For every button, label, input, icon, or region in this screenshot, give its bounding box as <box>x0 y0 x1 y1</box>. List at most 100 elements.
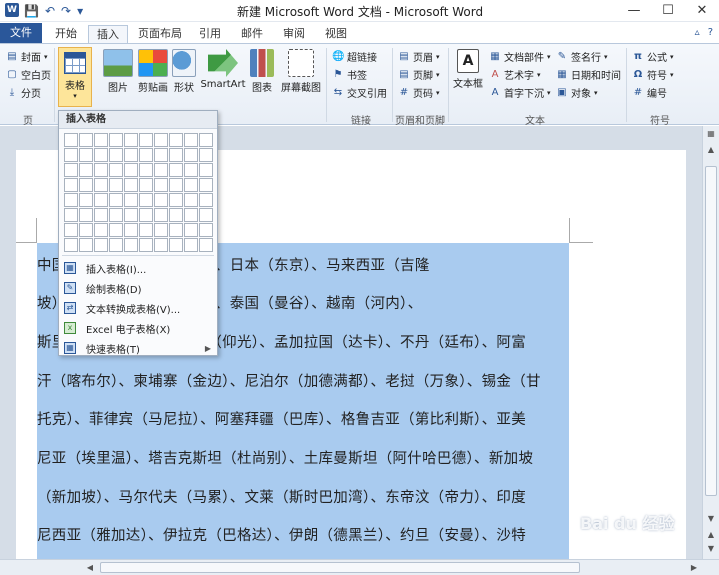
table-grid-cell[interactable] <box>79 208 93 222</box>
insert-table-item[interactable]: ▦ 插入表格(I)... <box>59 258 217 278</box>
table-grid-cell[interactable] <box>199 178 213 192</box>
table-grid-cell[interactable] <box>199 238 213 252</box>
table-grid-cell[interactable] <box>94 178 108 192</box>
cover-page-button[interactable]: ▤ 封面 ▾ <box>6 48 47 65</box>
table-grid-cell[interactable] <box>154 148 168 162</box>
textbox-button[interactable]: A 文本框 <box>451 49 485 90</box>
table-grid-cell[interactable] <box>199 223 213 237</box>
table-grid-cell[interactable] <box>109 163 123 177</box>
document-line[interactable]: 尼亚（埃里温）、塔吉克斯坦（杜尚别）、土库曼斯坦（阿什哈巴德）、新加坡 <box>37 447 533 468</box>
page-break-button[interactable]: ⤓ 分页 <box>6 84 41 101</box>
table-grid-cell[interactable] <box>199 133 213 147</box>
tab-view[interactable]: 视图 <box>318 25 354 44</box>
tab-insert[interactable]: 插入 <box>88 25 128 44</box>
header-button[interactable]: ▤ 页眉 ▾ <box>398 48 439 65</box>
table-grid-cell[interactable] <box>109 223 123 237</box>
tab-page-layout[interactable]: 页面布局 <box>134 25 186 44</box>
table-grid-cell[interactable] <box>154 208 168 222</box>
table-grid-cell[interactable] <box>154 223 168 237</box>
table-grid-cell[interactable] <box>124 208 138 222</box>
table-button[interactable]: 表格 ▾ <box>58 47 92 107</box>
document-line[interactable]: 托克）、菲律宾（马尼拉）、阿塞拜疆（巴库）、格鲁吉亚（第比利斯）、亚美 <box>37 408 526 429</box>
save-icon[interactable]: 💾 <box>24 3 39 19</box>
table-grid-cell[interactable] <box>64 178 78 192</box>
table-grid-cell[interactable] <box>79 148 93 162</box>
document-line[interactable]: 尼西亚（雅加达）、伊拉克（巴格达）、伊朗（德黑兰）、约旦（安曼）、沙特 <box>37 524 526 545</box>
maximize-button[interactable]: ☐ <box>651 0 685 22</box>
table-grid-cell[interactable] <box>169 223 183 237</box>
table-grid-cell[interactable] <box>184 223 198 237</box>
screenshot-button[interactable]: 屏幕截图 <box>279 49 323 94</box>
table-grid-cell[interactable] <box>139 193 153 207</box>
table-size-grid[interactable] <box>64 133 213 252</box>
table-grid-cell[interactable] <box>199 208 213 222</box>
ruler-toggle-icon[interactable]: ▦ <box>703 126 719 142</box>
object-button[interactable]: ▣ 对象 ▾ <box>556 84 597 101</box>
convert-text-to-table-item[interactable]: ⇄ 文本转换成表格(V)... <box>59 298 217 318</box>
table-grid-cell[interactable] <box>94 163 108 177</box>
document-line[interactable]: （新加坡）、马尔代夫（马累）、文莱（斯时巴加湾）、东帝汶（帝力）、印度 <box>37 486 526 507</box>
table-grid-cell[interactable] <box>169 208 183 222</box>
table-grid-cell[interactable] <box>184 193 198 207</box>
table-grid-cell[interactable] <box>169 193 183 207</box>
table-grid-cell[interactable] <box>124 148 138 162</box>
tab-home[interactable]: 开始 <box>48 25 84 44</box>
table-grid-cell[interactable] <box>109 208 123 222</box>
signature-line-button[interactable]: ✎ 签名行 ▾ <box>556 48 608 65</box>
table-grid-cell[interactable] <box>94 133 108 147</box>
quickparts-button[interactable]: ▦ 文档部件 ▾ <box>489 48 550 65</box>
wordart-button[interactable]: A 艺术字 ▾ <box>489 66 541 83</box>
table-grid-cell[interactable] <box>94 148 108 162</box>
clipart-button[interactable]: 剪贴画 <box>136 49 170 94</box>
table-grid-cell[interactable] <box>184 208 198 222</box>
table-grid-cell[interactable] <box>184 133 198 147</box>
table-grid-cell[interactable] <box>154 163 168 177</box>
table-grid-cell[interactable] <box>124 178 138 192</box>
table-grid-cell[interactable] <box>64 208 78 222</box>
table-grid-cell[interactable] <box>184 238 198 252</box>
undo-icon[interactable]: ↶ <box>45 3 55 19</box>
picture-button[interactable]: 图片 <box>102 49 134 94</box>
table-grid-cell[interactable] <box>124 223 138 237</box>
minimize-button[interactable]: — <box>617 0 651 22</box>
horizontal-scrollbar[interactable]: ◀ ▶ <box>0 559 719 575</box>
table-grid-cell[interactable] <box>139 223 153 237</box>
table-grid-cell[interactable] <box>64 193 78 207</box>
equation-button[interactable]: π 公式 ▾ <box>632 48 673 65</box>
tab-review[interactable]: 审阅 <box>276 25 312 44</box>
number-button[interactable]: # 编号 <box>632 84 667 101</box>
draw-table-item[interactable]: ✎ 绘制表格(D) <box>59 278 217 298</box>
footer-button[interactable]: ▤ 页脚 ▾ <box>398 66 439 83</box>
table-grid-cell[interactable] <box>139 133 153 147</box>
table-grid-cell[interactable] <box>94 193 108 207</box>
dropcap-button[interactable]: A 首字下沉 ▾ <box>489 84 551 101</box>
customize-qat-icon[interactable]: ▾ <box>77 3 83 19</box>
smartart-button[interactable]: SmartArt <box>200 49 246 90</box>
table-grid-cell[interactable] <box>79 238 93 252</box>
table-grid-cell[interactable] <box>79 193 93 207</box>
table-grid-cell[interactable] <box>79 178 93 192</box>
table-grid-cell[interactable] <box>184 163 198 177</box>
table-grid-cell[interactable] <box>64 133 78 147</box>
page-number-button[interactable]: # 页码 ▾ <box>398 84 440 101</box>
close-button[interactable]: ✕ <box>685 0 719 22</box>
tab-references[interactable]: 引用 <box>192 25 228 44</box>
table-grid-cell[interactable] <box>109 193 123 207</box>
hyperlink-button[interactable]: 🌐 超链接 <box>332 48 377 65</box>
table-grid-cell[interactable] <box>139 148 153 162</box>
table-grid-cell[interactable] <box>94 238 108 252</box>
minimize-ribbon-icon[interactable]: ▵ <box>695 27 700 38</box>
table-grid-cell[interactable] <box>169 238 183 252</box>
table-grid-cell[interactable] <box>109 133 123 147</box>
table-grid-cell[interactable] <box>124 193 138 207</box>
table-grid-cell[interactable] <box>154 238 168 252</box>
shapes-button[interactable]: 形状 <box>172 49 196 94</box>
crossref-button[interactable]: ⇆ 交叉引用 <box>332 84 387 101</box>
chart-button[interactable]: 图表 <box>248 49 276 94</box>
table-grid-cell[interactable] <box>64 163 78 177</box>
table-grid-cell[interactable] <box>109 148 123 162</box>
table-grid-cell[interactable] <box>64 223 78 237</box>
table-grid-cell[interactable] <box>79 163 93 177</box>
table-grid-cell[interactable] <box>139 208 153 222</box>
table-grid-cell[interactable] <box>64 148 78 162</box>
